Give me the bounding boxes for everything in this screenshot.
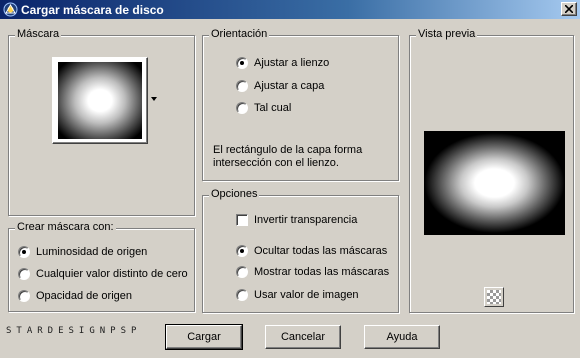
close-button[interactable] xyxy=(561,2,577,16)
cargar-button[interactable]: Cargar xyxy=(165,324,243,350)
window-title: Cargar máscara de disco xyxy=(21,3,164,17)
opciones-group: Opciones Invertir transparencia Ocultar … xyxy=(202,188,399,313)
radio-label: Ajustar a lienzo xyxy=(254,57,330,69)
brand-watermark: STARDESIGNPSP xyxy=(6,326,142,336)
chevron-down-icon[interactable] xyxy=(150,96,158,102)
crear-mascara-group: Crear máscara con: Luminosidad de origen… xyxy=(8,221,195,312)
radio-button[interactable] xyxy=(236,266,248,278)
preview-image xyxy=(424,131,565,235)
radio-label: Usar valor de imagen xyxy=(254,289,359,301)
radio-button[interactable] xyxy=(236,245,248,257)
radio-button[interactable] xyxy=(18,268,30,280)
radio-button[interactable] xyxy=(236,102,248,114)
radio-button[interactable] xyxy=(18,246,30,258)
radio-label: Mostrar todas las máscaras xyxy=(254,266,390,278)
radio-label: Opacidad de origen xyxy=(36,290,133,302)
radio-dot xyxy=(240,249,244,253)
transparency-toggle-button[interactable] xyxy=(484,287,504,307)
orientacion-group: Orientación Ajustar a lienzo Ajustar a c… xyxy=(202,28,399,181)
checkbox-label: Invertir transparencia xyxy=(254,214,358,226)
mask-thumbnail xyxy=(58,62,142,139)
psp-app-icon xyxy=(3,2,18,17)
ayuda-button[interactable]: Ayuda xyxy=(364,325,440,349)
radio-button[interactable] xyxy=(236,57,248,69)
vista-previa-legend: Vista previa xyxy=(416,28,478,40)
radio-button[interactable] xyxy=(236,80,248,92)
radio-label: Cualquier valor distinto de cero xyxy=(36,268,188,280)
radio-label: Luminosidad de origen xyxy=(36,246,148,258)
radio-label: Ocultar todas las máscaras xyxy=(254,245,388,257)
cancelar-button[interactable]: Cancelar xyxy=(265,325,341,349)
title-bar: Cargar máscara de disco xyxy=(0,0,580,19)
radio-label: Ajustar a capa xyxy=(254,80,325,92)
orientacion-note: El rectángulo de la capa forma intersecc… xyxy=(213,144,363,169)
mask-thumbnail-button[interactable] xyxy=(52,57,148,144)
radio-dot xyxy=(22,250,26,254)
checkerboard-icon xyxy=(487,290,501,304)
orientacion-legend: Orientación xyxy=(209,28,270,40)
close-icon xyxy=(565,5,573,13)
radio-button[interactable] xyxy=(236,289,248,301)
crear-mascara-legend: Crear máscara con: xyxy=(15,221,116,233)
checkbox[interactable] xyxy=(236,214,248,226)
mascara-legend: Máscara xyxy=(15,28,62,40)
radio-button[interactable] xyxy=(18,290,30,302)
radio-label: Tal cual xyxy=(254,102,292,114)
vista-previa-group: Vista previa xyxy=(409,28,574,313)
mascara-group: Máscara xyxy=(8,28,195,216)
radio-dot xyxy=(240,61,244,65)
opciones-legend: Opciones xyxy=(209,188,260,200)
